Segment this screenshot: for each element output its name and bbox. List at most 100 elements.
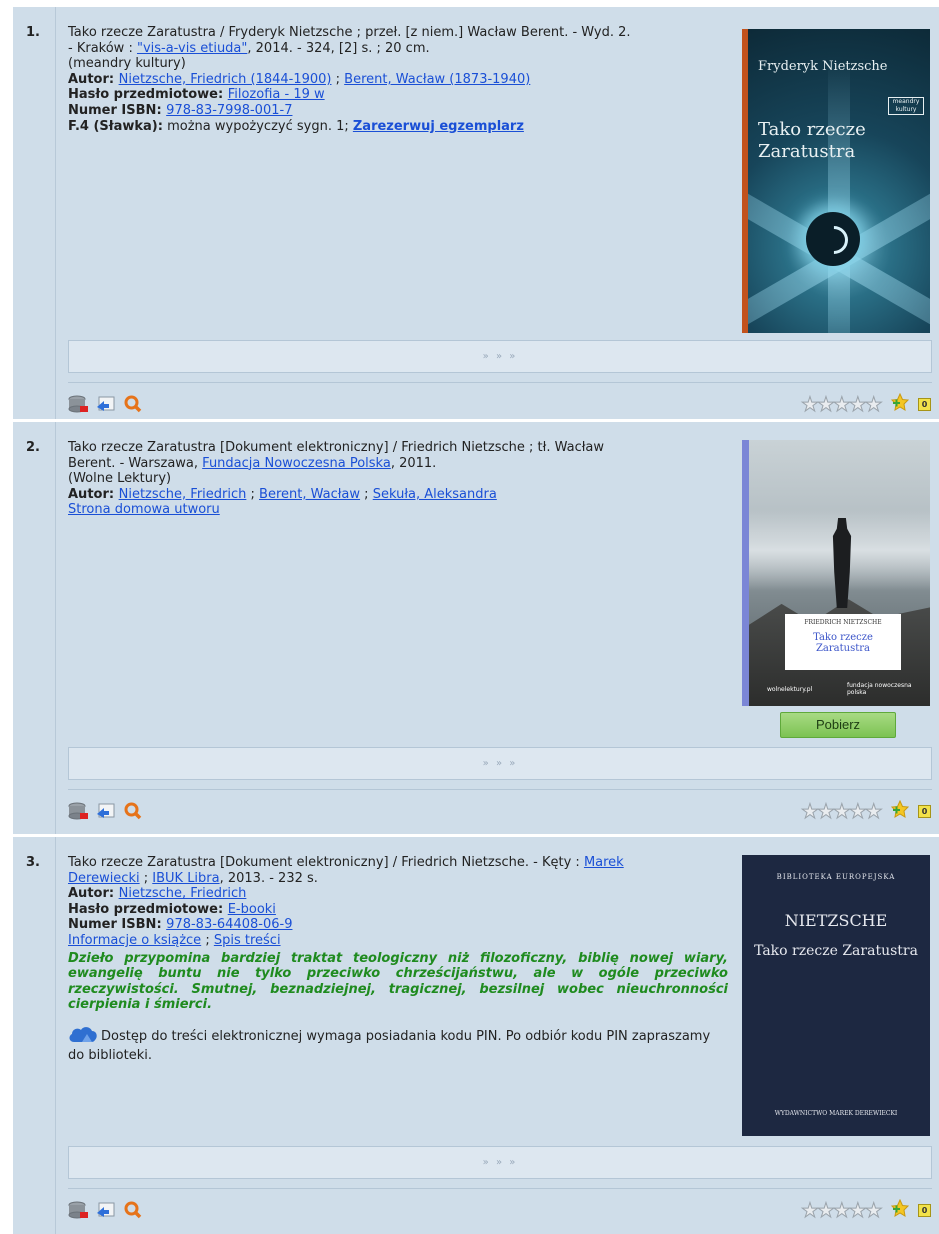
homepage-link[interactable]: Strona domowa utworu: [68, 502, 220, 517]
pin-notice-text: Dostęp do treści elektronicznej wymaga p…: [68, 1028, 711, 1063]
author-line: Autor: Nietzsche, Friedrich: [68, 886, 247, 902]
column-divider: [55, 422, 56, 834]
result-entry-3: 3. Tako rzecze Zaratustra [Dokument elek…: [13, 837, 939, 1234]
subject-line: Hasło przedmiotowe: E-booki: [68, 901, 276, 917]
homepage-line: Strona domowa utworu: [68, 502, 728, 518]
add-favorite-icon[interactable]: [890, 799, 909, 822]
rating-star-icon[interactable]: ★: [864, 1200, 883, 1221]
results-list: 1. Tako rzecze Zaratustra / Fryderyk Nie…: [13, 7, 939, 1234]
expand-details-bar[interactable]: » » »: [68, 1146, 932, 1179]
cover-title: Tako rzecze Zaratustra: [758, 119, 866, 162]
rating-widget: ★★★★★ 0: [801, 1198, 931, 1221]
entry-description: Tako rzecze Zaratustra / Fryderyk Nietzs…: [68, 25, 728, 134]
rating-widget: ★★★★★ 0: [801, 799, 931, 822]
entry-number: 1.: [26, 25, 40, 40]
author-link[interactable]: Sekuła, Aleksandra: [373, 487, 497, 502]
title-line: Tako rzecze Zaratustra [Dokument elektro…: [68, 440, 605, 455]
add-favorite-icon[interactable]: [890, 1198, 909, 1221]
title-line: Tako rzecze Zaratustra / Fryderyk Nietzs…: [68, 25, 631, 40]
zoom-icon[interactable]: [124, 395, 142, 417]
author-line: Autor: Nietzsche, Friedrich (1844-1900) …: [68, 71, 531, 87]
rating-widget: ★★★★★ 0: [801, 392, 931, 415]
add-favorite-icon[interactable]: [890, 392, 909, 415]
author-link[interactable]: Berent, Wacław: [259, 487, 360, 502]
subject-link[interactable]: E-booki: [228, 902, 276, 917]
author-link[interactable]: Nietzsche, Friedrich: [119, 487, 247, 502]
database-icon[interactable]: [68, 1201, 88, 1223]
export-icon[interactable]: [96, 1201, 116, 1223]
expand-details-bar[interactable]: » » »: [68, 340, 932, 373]
entry-number: 2.: [26, 440, 40, 455]
result-entry-1: 1. Tako rzecze Zaratustra / Fryderyk Nie…: [13, 7, 939, 422]
series-line: (Wolne Lektury): [68, 471, 172, 487]
reserve-link[interactable]: Zarezerwuj egzemplarz: [353, 119, 524, 134]
author-link[interactable]: Nietzsche, Friedrich (1844-1900): [119, 72, 332, 87]
subject-line: Hasło przedmiotowe: Filozofia - 19 w: [68, 87, 325, 103]
toc-link[interactable]: Spis treści: [214, 933, 281, 948]
author-line: Autor: Nietzsche, Friedrich ; Berent, Wa…: [68, 486, 497, 502]
publication-line: Derewiecki ; IBUK Libra, 2013. - 232 s.: [68, 870, 318, 886]
book-cover-image[interactable]: Fryderyk Nietzsche meandry kultury Tako …: [742, 29, 930, 333]
column-divider: [55, 837, 56, 1234]
cover-logo-wolnelektury: wolnelektury.pl: [767, 686, 813, 693]
publisher-link[interactable]: IBUK Libra: [152, 871, 219, 886]
database-icon[interactable]: [68, 395, 88, 417]
publication-line: Berent. - Warszawa, Fundacja Nowoczesna …: [68, 455, 437, 471]
cover-author: FRIEDRICH NIETZSCHE: [804, 619, 882, 626]
book-info-link[interactable]: Informacje o książce: [68, 933, 201, 948]
cover-author: NIETZSCHE: [784, 911, 888, 930]
cover-title: Tako rzecze Zaratustra: [754, 943, 918, 959]
rating-star-icon[interactable]: ★: [864, 394, 883, 415]
rating-star-icon[interactable]: ★: [864, 801, 883, 822]
info-line: Informacje o książce ; Spis treści: [68, 932, 281, 948]
cover-title-plate: FRIEDRICH NIETZSCHE Tako rzecze Zaratust…: [785, 614, 901, 670]
separator-line: [68, 789, 932, 790]
expand-details-bar[interactable]: » » »: [68, 747, 932, 780]
book-cover-image[interactable]: FRIEDRICH NIETZSCHE Tako rzecze Zaratust…: [742, 440, 930, 706]
publisher-link[interactable]: Marek: [584, 855, 624, 870]
separator-line: [68, 1188, 932, 1189]
publication-line: - Kraków : "vis-a-vis etiuda", 2014. - 3…: [68, 40, 430, 56]
description-blurb: Dzieło przypomina bardziej traktat teolo…: [68, 950, 728, 1013]
cover-series: BIBLIOTEKA EUROPEJSKA: [776, 873, 896, 881]
download-button[interactable]: Pobierz: [780, 712, 896, 738]
export-icon[interactable]: [96, 802, 116, 824]
action-icons: [68, 395, 146, 417]
entry-description: Tako rzecze Zaratustra [Dokument elektro…: [68, 855, 728, 1063]
isbn-line: Numer ISBN: 978-83-7998-001-7: [68, 102, 293, 118]
zoom-icon[interactable]: [124, 802, 142, 824]
result-entry-2: 2. Tako rzecze Zaratustra [Dokument elek…: [13, 422, 939, 837]
cover-publisher: WYDAWNICTWO MAREK DEREWIECKI: [774, 1110, 898, 1117]
isbn-line: Numer ISBN: 978-83-64408-06-9: [68, 917, 293, 933]
isbn-link[interactable]: 978-83-64408-06-9: [166, 917, 292, 932]
publisher-link[interactable]: Fundacja Nowoczesna Polska: [202, 456, 391, 471]
eye-graphic: [806, 212, 860, 266]
cover-title: Tako rzecze Zaratustra: [813, 632, 873, 654]
title-line: Tako rzecze Zaratustra [Dokument elektro…: [68, 855, 624, 870]
cover-series-badge: meandry kultury: [888, 97, 924, 115]
action-icons: [68, 802, 146, 824]
pin-notice: Dostęp do treści elektronicznej wymaga p…: [68, 1025, 728, 1063]
action-icons: [68, 1201, 146, 1223]
entry-number: 3.: [26, 855, 40, 870]
entry-description: Tako rzecze Zaratustra [Dokument elektro…: [68, 440, 728, 518]
rating-count-badge: 0: [918, 397, 931, 411]
subject-link[interactable]: Filozofia - 19 w: [228, 87, 325, 102]
author-link[interactable]: Berent, Wacław (1873-1940): [344, 72, 530, 87]
cloud-icon: [68, 1025, 98, 1048]
cover-logo-fundacja: fundacja nowoczesna polska: [847, 682, 912, 696]
publisher-link[interactable]: "vis-a-vis etiuda": [137, 41, 247, 56]
book-cover-image[interactable]: BIBLIOTEKA EUROPEJSKA NIETZSCHE Tako rze…: [742, 855, 930, 1136]
availability-line: F.4 (Sławka): można wypożyczyć sygn. 1; …: [68, 118, 524, 134]
cover-author: Fryderyk Nietzsche: [758, 59, 888, 74]
author-link[interactable]: Nietzsche, Friedrich: [119, 886, 247, 901]
publisher-link[interactable]: Derewiecki: [68, 871, 140, 886]
rating-count-badge: 0: [918, 804, 931, 818]
export-icon[interactable]: [96, 395, 116, 417]
column-divider: [55, 7, 56, 419]
zoom-icon[interactable]: [124, 1201, 142, 1223]
rating-count-badge: 0: [918, 1203, 931, 1217]
database-icon[interactable]: [68, 802, 88, 824]
cover-logos: wolnelektury.pl fundacja nowoczesna pols…: [749, 680, 930, 700]
isbn-link[interactable]: 978-83-7998-001-7: [166, 103, 292, 118]
